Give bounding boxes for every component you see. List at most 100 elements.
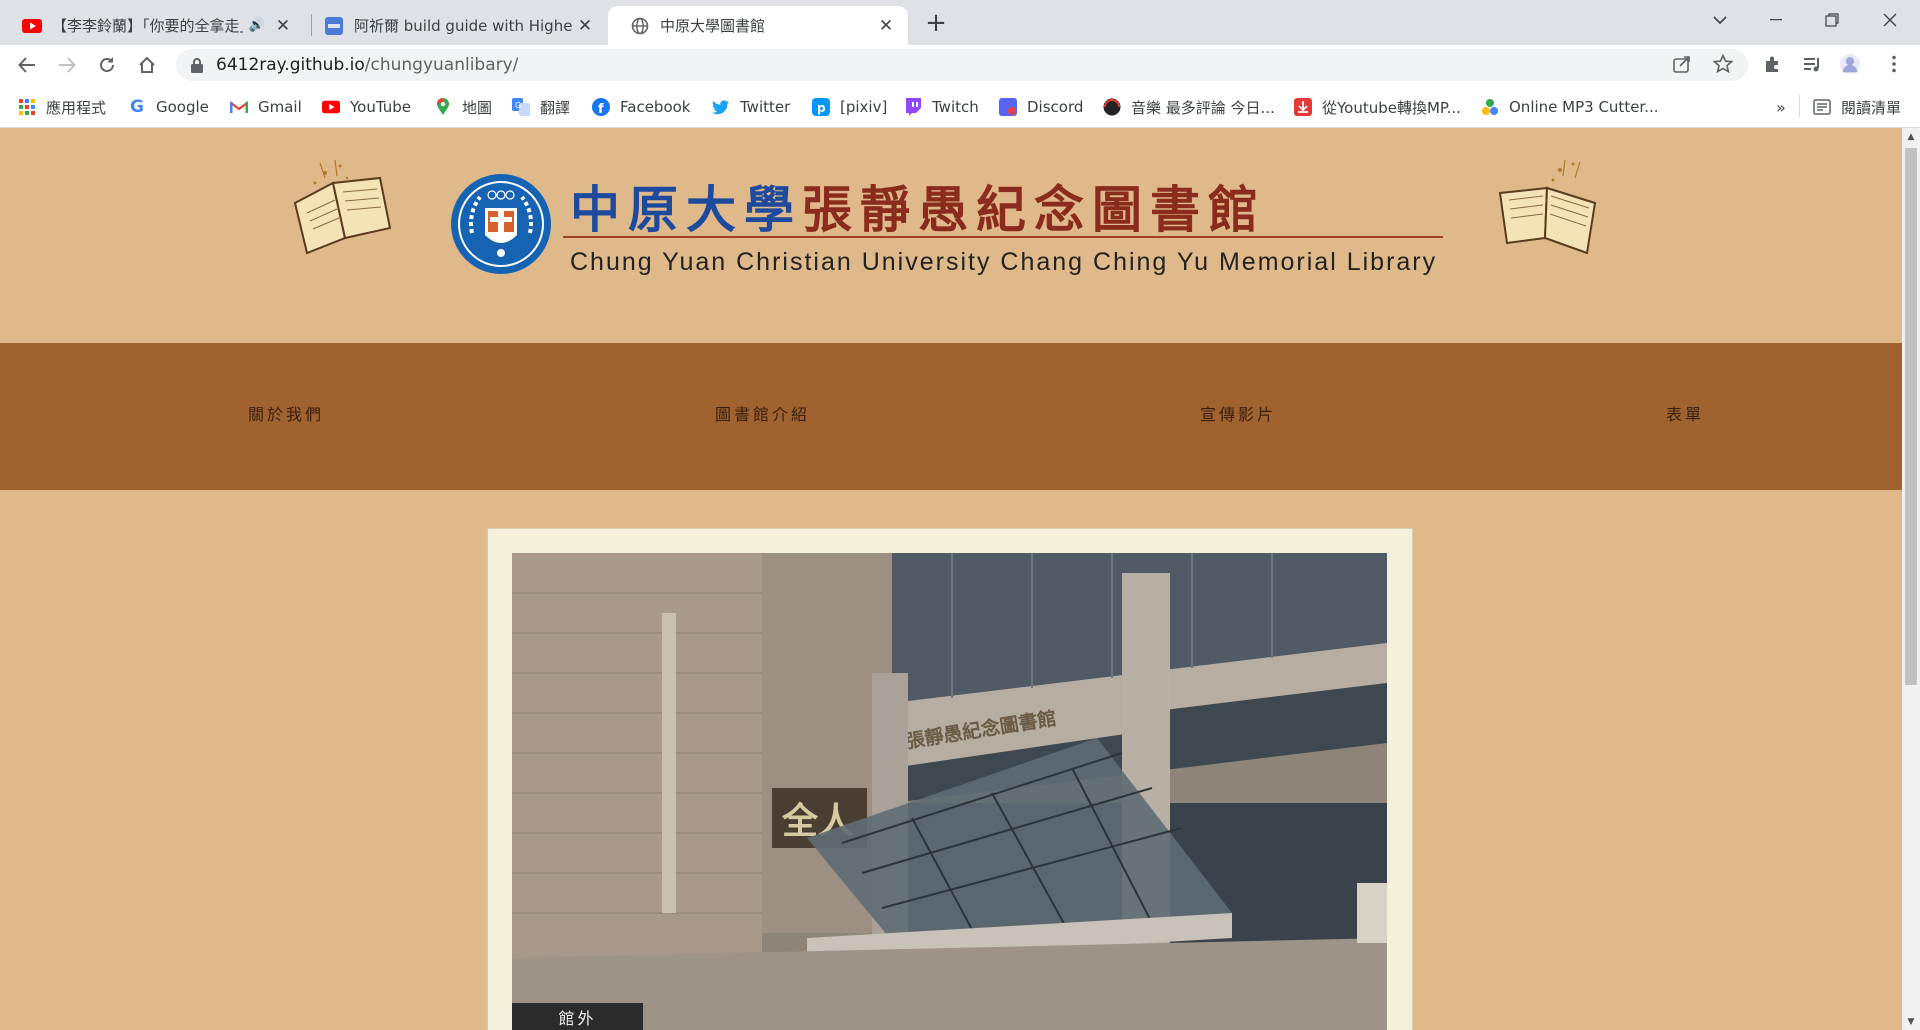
close-tab-icon[interactable]: ✕ [874, 14, 898, 38]
tab-strip: 【李李鈴蘭】「你要的全拿走」 🔊 ✕ 阿祈爾 build guide with … [0, 0, 1920, 45]
new-tab-button[interactable]: + [921, 8, 951, 38]
more-bookmarks-label: » [1776, 97, 1786, 117]
scroll-up-arrow[interactable]: ▲ [1902, 128, 1920, 145]
google-icon: G [130, 97, 144, 117]
extensions-icon[interactable] [1762, 53, 1784, 75]
bookmark-divider [1799, 95, 1800, 117]
bookmark-label: 應用程式 [46, 98, 107, 117]
tab-title: 阿祈爾 build guide with Highest [354, 17, 573, 35]
youtube-icon [322, 98, 340, 116]
bookmark-gmail[interactable]: Gmail [230, 96, 302, 118]
bookmark-label: Discord [1027, 98, 1084, 116]
reading-list-button[interactable]: 閱讀清單 [1813, 96, 1901, 118]
bookmark-label: [pixiv] [840, 98, 888, 116]
bookmark-label: YouTube [350, 98, 411, 116]
bookmark-star-icon[interactable] [1712, 53, 1734, 75]
svg-text:G: G [515, 101, 521, 110]
library-exterior-photo: 全人 張靜愚紀念圖書館 [512, 553, 1387, 1030]
translate-icon: G [512, 98, 530, 116]
nav-form[interactable]: 表單 [1666, 401, 1704, 425]
nav-promo-video[interactable]: 宣傳影片 [1200, 401, 1276, 425]
title-library: 張靜愚紀念圖書館 [802, 180, 1266, 239]
bookmark-youtube-mp3[interactable]: 從Youtube轉換MP... [1294, 96, 1461, 118]
page-scrollbar[interactable]: ▲ ▼ [1902, 128, 1920, 1030]
globe-icon [630, 16, 650, 36]
bookmark-google[interactable]: G Google [128, 96, 209, 118]
tab-search-icon[interactable] [1692, 0, 1748, 40]
bookmark-label: 音樂 最多評論 今日... [1131, 98, 1275, 117]
tab-build-guide[interactable]: 阿祈爾 build guide with Highest ✕ [302, 6, 607, 45]
bookmark-maps[interactable]: 地圖 [434, 96, 492, 118]
svg-text:f: f [598, 102, 604, 116]
tab-title: 中原大學圖書館 [660, 17, 766, 35]
bookmark-label: Google [156, 98, 209, 116]
bookmark-mp3-cutter[interactable]: Online MP3 Cutter... [1481, 96, 1659, 118]
close-window-button[interactable] [1862, 0, 1918, 40]
bookmark-twitter[interactable]: Twitter [712, 96, 790, 118]
restore-button[interactable] [1804, 0, 1860, 40]
pixiv-icon: p [812, 98, 830, 116]
reading-list-label: 閱讀清單 [1841, 98, 1902, 117]
gmail-icon [230, 98, 248, 116]
bookmark-label: 地圖 [462, 98, 493, 117]
bookmarks-bar: 應用程式 G Google Gmail YouTube 地圖 G 翻譯 f Fa… [0, 85, 1920, 128]
svg-text:p: p [817, 101, 826, 115]
bookmark-label: 翻譯 [540, 98, 571, 117]
title-divider [563, 236, 1443, 238]
twitch-icon [904, 98, 922, 116]
facebook-icon: f [592, 98, 610, 116]
music-icon [1103, 98, 1121, 116]
photo-caption: 館外 [512, 1003, 643, 1030]
bookmark-label: Twitter [740, 98, 791, 116]
bookmark-label: 從Youtube轉換MP... [1322, 98, 1461, 117]
tab-youtube[interactable]: 【李李鈴蘭】「你要的全拿走」 🔊 ✕ [0, 6, 305, 45]
site-header: 中原大學張靜愚紀念圖書館 Chung Yuan Christian Univer… [0, 128, 1902, 343]
apps-icon [18, 98, 36, 116]
url-text: 6412ray.github.io/chungyuanlibary/ [216, 55, 518, 75]
cutter-icon [1481, 98, 1499, 116]
more-menu-icon[interactable] [1883, 53, 1905, 75]
library-title-chinese: 中原大學張靜愚紀念圖書館 [570, 170, 1266, 239]
reading-list-icon [1813, 98, 1831, 116]
bookmark-label: Facebook [620, 98, 691, 116]
back-button[interactable] [12, 50, 42, 80]
close-tab-icon[interactable]: ✕ [271, 14, 295, 38]
nav-library-intro[interactable]: 圖書館介紹 [715, 401, 810, 425]
library-building-image: 全人 張靜愚紀念圖書館 [512, 553, 1387, 1030]
title-university: 中原大學 [570, 180, 802, 239]
lock-icon[interactable] [190, 57, 204, 73]
open-book-icon [1498, 159, 1597, 255]
library-title-english: Chung Yuan Christian University Chang Ch… [570, 248, 1438, 276]
bookmark-translate[interactable]: G 翻譯 [512, 96, 570, 118]
bookmark-facebook[interactable]: f Facebook [592, 96, 690, 118]
scroll-thumb[interactable] [1905, 148, 1917, 685]
media-control-icon[interactable] [1801, 53, 1823, 75]
close-tab-icon[interactable]: ✕ [573, 14, 597, 38]
address-bar[interactable]: 6412ray.github.io/chungyuanlibary/ [176, 49, 1748, 81]
nav-about-us[interactable]: 關於我們 [248, 401, 324, 425]
home-button[interactable] [132, 50, 162, 80]
url-host: 6412ray.github.io [216, 55, 365, 75]
bookmark-pixiv[interactable]: p [pixiv] [812, 96, 887, 118]
twitter-icon [712, 98, 730, 116]
bookmark-label: Online MP3 Cutter... [1509, 98, 1659, 116]
bookmark-youtube[interactable]: YouTube [322, 96, 411, 118]
more-bookmarks-button[interactable]: » [1776, 96, 1786, 118]
youtube-icon [22, 16, 42, 36]
audio-icon[interactable]: 🔊 [249, 18, 265, 33]
reload-button[interactable] [92, 50, 122, 80]
bookmark-discord[interactable]: Discord [999, 96, 1083, 118]
tab-library[interactable]: 中原大學圖書館 ✕ [608, 6, 908, 45]
tab-title: 【李李鈴蘭】「你要的全拿走」 [52, 17, 243, 35]
share-icon[interactable] [1671, 53, 1693, 75]
scroll-down-arrow[interactable]: ▼ [1902, 1013, 1920, 1030]
site-icon [324, 16, 344, 36]
bookmark-music[interactable]: 音樂 最多評論 今日... [1103, 96, 1275, 118]
profile-avatar[interactable] [1839, 53, 1861, 75]
url-path: /chungyuanlibary/ [364, 55, 519, 75]
forward-button[interactable] [52, 50, 82, 80]
minimize-button[interactable] [1748, 0, 1804, 40]
bookmark-apps[interactable]: 應用程式 [18, 96, 106, 118]
bookmark-twitch[interactable]: Twitch [904, 96, 979, 118]
browser-toolbar: 6412ray.github.io/chungyuanlibary/ [0, 45, 1920, 85]
